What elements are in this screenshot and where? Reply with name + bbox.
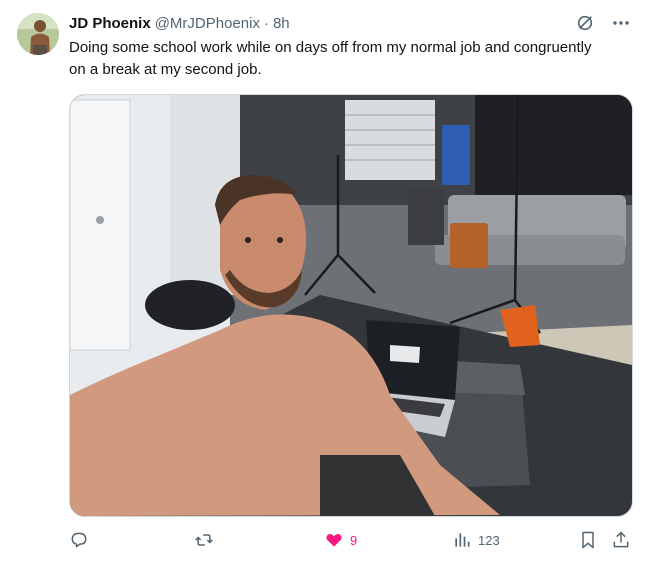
retweet-button[interactable] [194, 528, 220, 552]
bookmark-button[interactable] [578, 528, 598, 552]
photo-image [70, 95, 632, 516]
avatar-image [17, 13, 59, 55]
bookmark-icon [582, 531, 594, 549]
tweet-text: Doing some school work while on days off… [69, 39, 592, 78]
more-icon-glyph [613, 21, 629, 25]
heart-icon [326, 533, 342, 547]
tweet-photo[interactable] [69, 94, 633, 517]
grok-icon-glyph [577, 15, 593, 31]
views-count: 123 [478, 532, 500, 548]
like-count: 9 [350, 532, 358, 548]
tweet-header: JD Phoenix @MrJDPhoenix · 8h [69, 13, 290, 33]
more-icon[interactable] [610, 12, 632, 34]
like-button[interactable]: 9 [324, 528, 357, 552]
tweet-top-actions [574, 12, 632, 34]
timestamp[interactable]: 8h [273, 15, 290, 32]
retweet-icon [195, 534, 213, 546]
tweet-actions: 9 123 [69, 528, 634, 552]
reply-icon [71, 532, 87, 548]
share-button[interactable] [611, 528, 631, 552]
reply-button[interactable] [69, 528, 95, 552]
views-icon [455, 533, 470, 547]
separator-dot: · [263, 14, 269, 32]
author-handle[interactable]: @MrJDPhoenix [155, 15, 260, 32]
share-icon [613, 531, 629, 548]
grok-icon[interactable] [574, 12, 596, 34]
tweet[interactable]: JD Phoenix @MrJDPhoenix · 8h Doing some … [0, 0, 650, 564]
avatar[interactable] [17, 13, 59, 55]
author-display-name[interactable]: JD Phoenix [69, 15, 151, 32]
views-button[interactable]: 123 [452, 528, 500, 552]
